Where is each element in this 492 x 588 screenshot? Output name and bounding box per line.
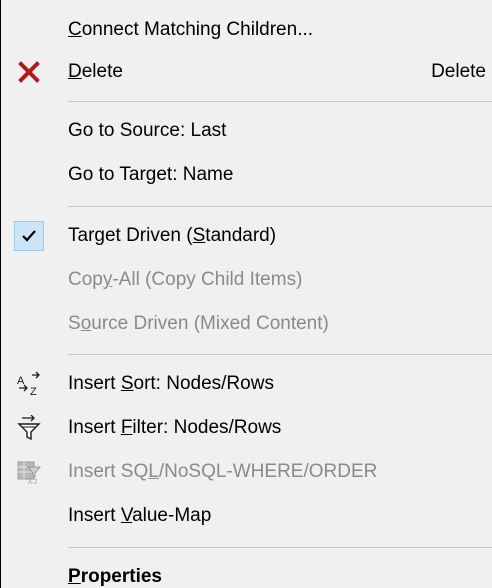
- menu-item-insert-sort[interactable]: A Z Insert Sort: Nodes/Rows: [1, 362, 492, 406]
- menu-separator: [68, 206, 492, 207]
- delete-x-icon: [1, 50, 56, 94]
- menu-item-label: Connect Matching Children...: [68, 19, 314, 40]
- menu-item-go-to-target[interactable]: Go to Target: Name: [1, 153, 492, 197]
- menu-item-insert-value-map[interactable]: Insert Value-Map: [1, 494, 492, 538]
- menu-item-insert-sql-where[interactable]: A-Z Insert SQL/NoSQL-WHERE/ORDER: [1, 450, 492, 494]
- checkmark-icon: [1, 214, 56, 258]
- menu-item-label: Copy-All (Copy Child Items): [68, 269, 303, 290]
- menu-separator: [68, 354, 492, 355]
- context-menu: Connect Matching Children... Delete Dele…: [0, 0, 492, 588]
- svg-text:Z: Z: [30, 386, 37, 397]
- menu-item-copy-all[interactable]: Copy-All (Copy Child Items): [1, 258, 492, 302]
- sql-where-icon: A-Z: [1, 450, 56, 494]
- menu-item-source-driven[interactable]: Source Driven (Mixed Content): [1, 302, 492, 346]
- filter-funnel-icon: [1, 406, 56, 450]
- menu-separator: [68, 101, 492, 102]
- menu-item-label: Go to Target: Name: [68, 164, 234, 185]
- menu-separator: [68, 547, 492, 548]
- menu-item-label: Target Driven (Standard): [68, 225, 277, 246]
- svg-text:A-Z: A-Z: [28, 480, 38, 485]
- menu-item-label: Insert Sort: Nodes/Rows: [68, 373, 274, 394]
- menu-item-label: Properties: [68, 566, 162, 587]
- menu-item-label: Insert Filter: Nodes/Rows: [68, 417, 282, 438]
- menu-item-label: Insert SQL/NoSQL-WHERE/ORDER: [68, 461, 378, 482]
- menu-item-delete[interactable]: Delete Delete: [1, 50, 492, 94]
- menu-item-label: Delete: [68, 61, 123, 82]
- menu-item-properties[interactable]: Properties: [1, 555, 492, 588]
- menu-item-insert-filter[interactable]: Insert Filter: Nodes/Rows: [1, 406, 492, 450]
- sort-a-z-icon: A Z: [1, 362, 56, 406]
- menu-item-label: Go to Source: Last: [68, 120, 227, 141]
- menu-item-label: Insert Value-Map: [68, 505, 212, 526]
- menu-item-go-to-source[interactable]: Go to Source: Last: [1, 109, 492, 153]
- menu-item-label: Source Driven (Mixed Content): [68, 313, 329, 334]
- menu-item-connect-matching-children[interactable]: Connect Matching Children...: [1, 8, 492, 52]
- menu-item-target-driven[interactable]: Target Driven (Standard): [1, 214, 492, 258]
- shortcut-label: Delete: [431, 61, 486, 82]
